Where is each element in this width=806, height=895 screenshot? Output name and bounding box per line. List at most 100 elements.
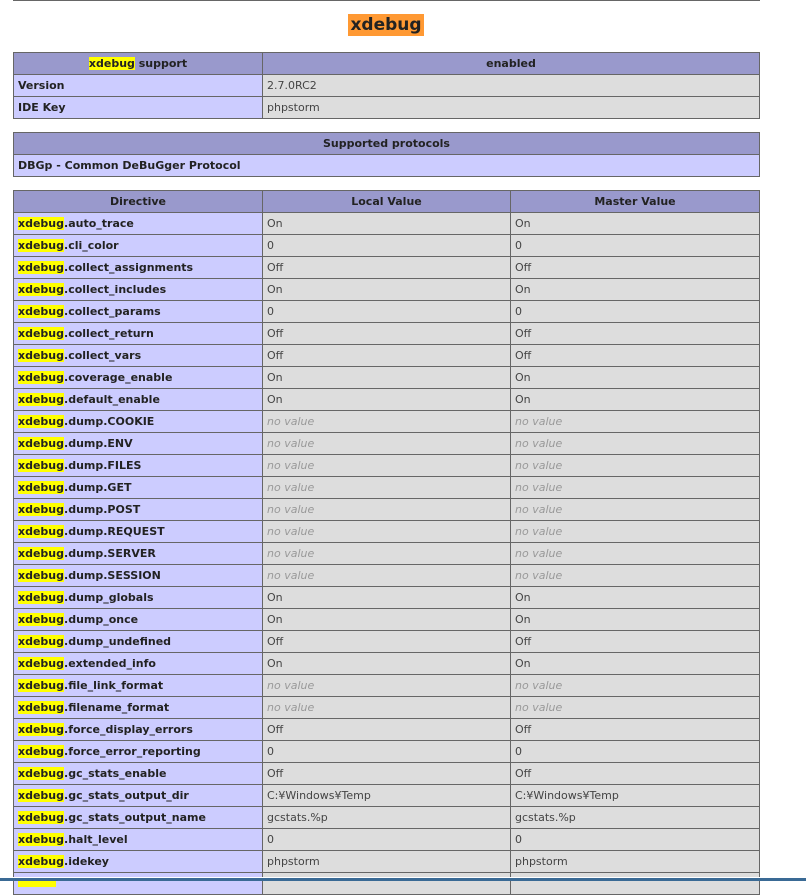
search-highlight: xdebug: [18, 723, 65, 736]
table-row: xdebug.dump.SERVER no value no value: [13, 542, 760, 565]
directive-suffix: .extended_info: [64, 657, 156, 670]
directive-suffix: .collect_params: [64, 305, 161, 318]
search-highlight: xdebug: [18, 239, 65, 252]
table-row: xdebug.dump.REQUEST no value no value: [13, 520, 760, 543]
local-value: On: [262, 586, 511, 609]
directive-name: xdebug.dump.SERVER: [13, 542, 263, 565]
protocol-name: DBGp - Common DeBuGger Protocol: [13, 154, 760, 177]
directive-name: xdebug.gc_stats_output_dir: [13, 784, 263, 807]
master-value: On: [510, 366, 760, 389]
master-value: On: [510, 212, 760, 235]
table-row: IDE Key phpstorm: [13, 96, 760, 119]
directive-suffix: .dump_globals: [64, 591, 154, 604]
local-value: Off: [262, 718, 511, 741]
master-value: no value: [510, 520, 760, 543]
master-value: no value: [510, 476, 760, 499]
local-value: no value: [262, 696, 511, 719]
master-value: 0: [510, 234, 760, 257]
directive-name: xdebug.dump.POST: [13, 498, 263, 521]
master-value: On: [510, 586, 760, 609]
master-value: phpstorm: [510, 850, 760, 873]
local-value: Off: [262, 344, 511, 367]
master-value: no value: [510, 564, 760, 587]
search-highlight: xdebug: [18, 283, 65, 296]
table-row: xdebug.auto_trace On On: [13, 212, 760, 235]
directive-name: xdebug.dump_once: [13, 608, 263, 631]
no-value-text: no value: [515, 569, 563, 582]
directives-body: xdebug.auto_trace On On xdebug.cli_color 0 0 x…: [13, 212, 760, 895]
no-value-text: no value: [267, 503, 315, 516]
search-highlight: xdebug: [18, 547, 65, 560]
no-value-text: no value: [515, 679, 563, 692]
directive-name: xdebug.collect_params: [13, 300, 263, 323]
directive-name: xdebug.collect_assignments: [13, 256, 263, 279]
table-row: xdebug.dump_once On On: [13, 608, 760, 631]
search-highlight: xdebug: [18, 437, 65, 450]
search-highlight: xdebug: [18, 327, 65, 340]
directive-suffix: .dump.GET: [64, 481, 132, 494]
search-highlight: xdebug: [18, 591, 65, 604]
local-value: no value: [262, 454, 511, 477]
directive-suffix: .dump.SERVER: [64, 547, 156, 560]
ide-key-value: phpstorm: [262, 96, 760, 119]
directive-name: xdebug.dump_undefined: [13, 630, 263, 653]
directive-suffix: .collect_return: [64, 327, 154, 340]
no-value-text: no value: [515, 481, 563, 494]
version-label: Version: [13, 74, 263, 97]
local-value: 0: [262, 234, 511, 257]
master-value: no value: [510, 454, 760, 477]
directive-name: xdebug.coverage_enable: [13, 366, 263, 389]
table-row: xdebug.force_display_errors Off Off: [13, 718, 760, 741]
directive-name: xdebug.dump.COOKIE: [13, 410, 263, 433]
search-highlight: xdebug: [18, 679, 65, 692]
local-value: Off: [262, 256, 511, 279]
local-value: 0: [262, 300, 511, 323]
directive-suffix: .force_error_reporting: [64, 745, 201, 758]
local-value: 0: [262, 828, 511, 851]
no-value-text: no value: [267, 525, 315, 538]
directive-suffix: .gc_stats_output_name: [64, 811, 206, 824]
search-highlight: xdebug: [18, 305, 65, 318]
no-value-text: no value: [267, 701, 315, 714]
previous-table-bottom: [13, 0, 760, 1]
search-highlight: xdebug: [18, 371, 65, 384]
directive-name: xdebug.file_link_format: [13, 674, 263, 697]
directive-suffix: .dump.ENV: [64, 437, 133, 450]
table-row: xdebug.collect_assignments Off Off: [13, 256, 760, 279]
local-value: no value: [262, 520, 511, 543]
directive-name: xdebug.cli_color: [13, 234, 263, 257]
master-value: C:¥Windows¥Temp: [510, 784, 760, 807]
table-row: [13, 872, 760, 895]
master-value: no value: [510, 674, 760, 697]
directive-name: xdebug.dump.FILES: [13, 454, 263, 477]
no-value-text: no value: [267, 437, 315, 450]
table-row: xdebug.extended_info On On: [13, 652, 760, 675]
module-title-anchor[interactable]: xdebug: [348, 14, 424, 36]
local-value: Off: [262, 762, 511, 785]
table-row: xdebug.dump_undefined Off Off: [13, 630, 760, 653]
search-highlight: xdebug: [88, 57, 135, 70]
directive-suffix: .auto_trace: [64, 217, 134, 230]
master-value: Off: [510, 322, 760, 345]
local-value: Off: [262, 630, 511, 653]
local-value: gcstats.%p: [262, 806, 511, 829]
local-value: On: [262, 652, 511, 675]
module-title: xdebug: [0, 14, 772, 36]
no-value-text: no value: [267, 415, 315, 428]
directive-suffix: .default_enable: [64, 393, 160, 406]
table-row: xdebug.gc_stats_output_dir C:¥Windows¥Tem…: [13, 784, 760, 807]
support-header-label: xdebug support: [13, 52, 263, 75]
master-value: 0: [510, 300, 760, 323]
directive-name: xdebug.extended_info: [13, 652, 263, 675]
directive-suffix: .collect_assignments: [64, 261, 194, 274]
directive-suffix: .dump_once: [64, 613, 139, 626]
directive-name: xdebug.dump.REQUEST: [13, 520, 263, 543]
table-row: xdebug.collect_return Off Off: [13, 322, 760, 345]
support-header-row: xdebug support enabled: [13, 52, 760, 75]
master-value: On: [510, 652, 760, 675]
search-highlight: xdebug: [18, 635, 65, 648]
directive-column-header: Directive: [13, 190, 263, 213]
local-value: On: [262, 608, 511, 631]
master-value: Off: [510, 344, 760, 367]
directive-name: xdebug.default_enable: [13, 388, 263, 411]
